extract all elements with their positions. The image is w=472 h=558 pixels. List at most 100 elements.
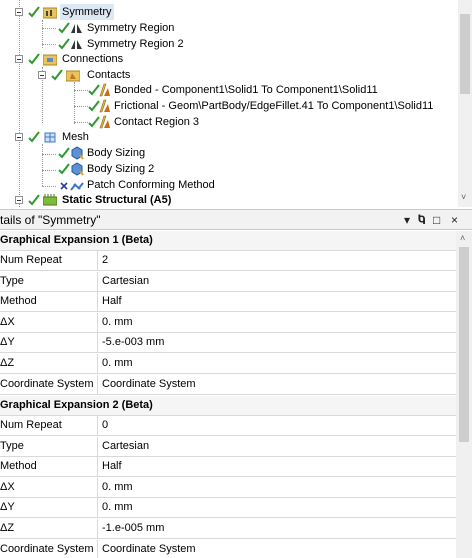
property-row-delta-z[interactable]: ΔZ 0. mm: [0, 354, 456, 374]
tree-item-contact-region-3[interactable]: Contact Region 3: [0, 114, 456, 130]
tree-item-label: Body Sizing 2: [87, 163, 155, 175]
property-row-delta-y[interactable]: ΔY 0. mm: [0, 498, 456, 518]
check-mark-icon: [28, 53, 40, 65]
tree-item-label: Contact Region 3: [114, 116, 199, 128]
pin-icon[interactable]: Ⴉ: [418, 212, 425, 228]
contact-region-icon: [99, 115, 110, 129]
property-label: Coordinate System: [0, 375, 98, 394]
check-mark-icon: [28, 194, 40, 206]
property-row-method[interactable]: Method Half: [0, 292, 456, 312]
property-row-coordinate-system[interactable]: Coordinate System Coordinate System: [0, 375, 456, 395]
property-row-delta-y[interactable]: ΔY -5.e-003 mm: [0, 333, 456, 353]
property-value[interactable]: 0. mm: [102, 313, 133, 332]
property-value[interactable]: Coordinate System: [102, 540, 196, 558]
tree-item-label: Frictional - Geom\PartBody/EdgeFillet.41…: [114, 100, 434, 112]
property-label: ΔZ: [0, 519, 98, 538]
tree-item-connections[interactable]: Connections: [0, 51, 456, 67]
tree-scrollbar[interactable]: ˅: [458, 0, 472, 207]
group-header-row[interactable]: Graphical Expansion 2 (Beta): [0, 396, 456, 416]
property-value[interactable]: 0. mm: [102, 354, 133, 373]
property-label: Method: [0, 457, 98, 476]
tree-item-label: Symmetry Region: [87, 22, 175, 34]
property-value[interactable]: Half: [102, 457, 122, 476]
collapse-toggle-icon[interactable]: [15, 8, 23, 16]
tree-item-symmetry-region-2[interactable]: Symmetry Region 2: [0, 36, 456, 52]
tree-item-symmetry-region[interactable]: Symmetry Region: [0, 20, 456, 36]
details-scrollbar-thumb[interactable]: [459, 247, 469, 442]
property-value[interactable]: 0. mm: [102, 478, 133, 497]
close-icon[interactable]: ×: [451, 212, 458, 228]
connections-icon: [43, 54, 57, 66]
tree-item-label: Mesh: [62, 131, 89, 143]
collapse-toggle-icon[interactable]: [15, 55, 23, 63]
property-value[interactable]: Half: [102, 292, 122, 311]
tree-item-contacts[interactable]: Contacts: [0, 67, 456, 83]
property-label: Num Repeat: [0, 251, 98, 270]
tree-scrollbar-thumb[interactable]: [460, 14, 470, 94]
outline-tree: Symmetry Symmetry Region Symmetry Region…: [0, 0, 472, 207]
body-sizing-icon: [71, 146, 84, 160]
tree-item-body-sizing-2[interactable]: Body Sizing 2: [0, 161, 456, 177]
scroll-down-arrow-icon[interactable]: ˅: [461, 193, 469, 202]
property-row-coordinate-system[interactable]: Coordinate System Coordinate System: [0, 540, 456, 558]
patch-conforming-icon: [70, 182, 84, 191]
property-value[interactable]: 2: [102, 251, 108, 270]
property-value[interactable]: 0: [102, 416, 108, 435]
details-scrollbar[interactable]: ˄: [456, 231, 472, 558]
tree-item-symmetry[interactable]: Symmetry: [0, 4, 456, 20]
tree-item-body-sizing[interactable]: Body Sizing: [0, 145, 456, 161]
property-value[interactable]: -1.e-005 mm: [102, 519, 164, 538]
scroll-up-arrow-icon[interactable]: ˄: [460, 233, 465, 243]
tree-item-patch-conforming-method[interactable]: Patch Conforming Method: [0, 177, 456, 193]
tree-item-static-structural[interactable]: Static Structural (A5): [0, 192, 456, 207]
property-row-delta-x[interactable]: ΔX 0. mm: [0, 478, 456, 498]
symmetry-region-icon: [71, 40, 82, 49]
property-label: Coordinate System: [0, 540, 98, 558]
check-mark-icon: [28, 6, 40, 18]
contacts-folder-icon: [66, 70, 80, 82]
tree-item-label: Symmetry Region 2: [87, 38, 184, 50]
tree-item-label: Contacts: [87, 69, 131, 81]
check-mark-icon: [58, 22, 70, 34]
check-mark-icon: [58, 147, 70, 159]
property-value[interactable]: Coordinate System: [102, 375, 196, 394]
property-value[interactable]: -5.e-003 mm: [102, 333, 164, 352]
tree-item-contact-bonded[interactable]: Bonded - Component1\Solid1 To Component1…: [0, 82, 456, 98]
collapse-toggle-icon[interactable]: [38, 71, 46, 79]
maximize-icon[interactable]: □: [433, 212, 440, 228]
property-label: Num Repeat: [0, 416, 98, 435]
property-label: ΔY: [0, 333, 98, 352]
symmetry-region-icon: [71, 24, 82, 33]
property-label: Method: [0, 292, 98, 311]
tree-item-mesh[interactable]: Mesh: [0, 129, 456, 145]
property-row-delta-z[interactable]: ΔZ -1.e-005 mm: [0, 519, 456, 539]
tree-item-label: Connections: [62, 53, 124, 65]
property-row-delta-x[interactable]: ΔX 0. mm: [0, 313, 456, 333]
property-value[interactable]: Cartesian: [102, 437, 149, 456]
property-row-type[interactable]: Type Cartesian: [0, 272, 456, 292]
property-value[interactable]: Cartesian: [102, 272, 149, 291]
group-header-row[interactable]: Graphical Expansion 1 (Beta): [0, 231, 456, 251]
property-value[interactable]: 0. mm: [102, 498, 133, 517]
tree-item-label: Symmetry: [60, 4, 114, 20]
tree-item-label: Static Structural (A5): [62, 194, 172, 206]
tree-item-label: Body Sizing: [87, 147, 146, 159]
property-row-method[interactable]: Method Half: [0, 457, 456, 477]
property-row-num-repeat[interactable]: Num Repeat 2: [0, 251, 456, 271]
property-label: Type: [0, 437, 98, 456]
property-row-type[interactable]: Type Cartesian: [0, 437, 456, 457]
property-label: ΔY: [0, 498, 98, 517]
property-label: Type: [0, 272, 98, 291]
property-label: ΔZ: [0, 354, 98, 373]
group-header-label: Graphical Expansion 1 (Beta): [0, 234, 153, 246]
collapse-toggle-icon[interactable]: [15, 133, 23, 141]
collapse-toggle-icon[interactable]: [15, 196, 23, 204]
property-row-num-repeat[interactable]: Num Repeat 0: [0, 416, 456, 436]
property-label: ΔX: [0, 313, 98, 332]
dropdown-arrow-icon[interactable]: ▾: [404, 212, 410, 228]
static-structural-icon: [43, 194, 57, 206]
check-mark-icon: [51, 69, 63, 81]
tree-item-contact-frictional[interactable]: Frictional - Geom\PartBody/EdgeFillet.41…: [0, 98, 456, 114]
details-grid: Graphical Expansion 1 (Beta) Num Repeat …: [0, 231, 456, 558]
details-pane-title: tails of "Symmetry": [0, 213, 101, 227]
